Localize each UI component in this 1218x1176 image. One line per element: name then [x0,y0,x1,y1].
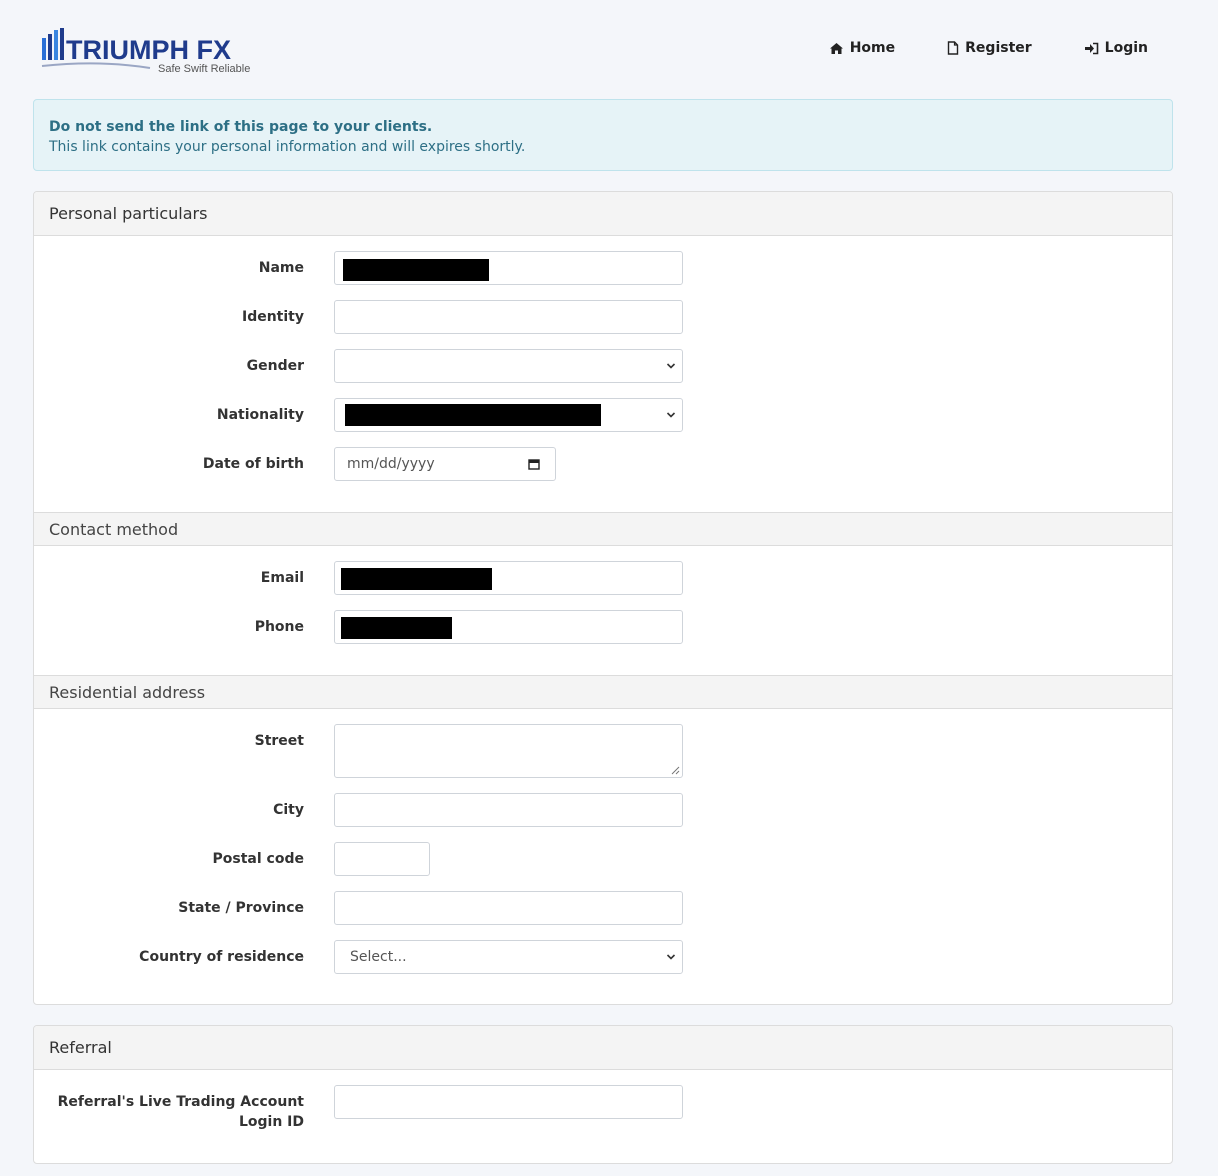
contact-method-heading: Contact method [34,512,1172,546]
brand-logo[interactable]: TRIUMPH FX Safe Swift Reliable [40,26,255,76]
file-icon [947,41,959,55]
residential-address-heading: Residential address [34,675,1172,709]
dob-label: Date of birth [202,456,304,472]
city-input[interactable] [334,793,683,827]
alert-body: This link contains your personal informa… [49,139,526,155]
country-select-value: Select... [350,949,407,965]
nav-register[interactable]: Register [947,40,1032,56]
phone-label: Phone [254,619,304,635]
country-label: Country of residence [139,949,304,965]
referral-login-label-line1: Referral's Live Trading Account [57,1094,304,1110]
referral-login-input[interactable] [334,1085,683,1119]
nav-home[interactable]: Home [829,40,895,56]
nav-login[interactable]: Login [1084,40,1148,56]
brand-tagline: Safe Swift Reliable [158,63,250,75]
street-label: Street [254,733,304,749]
state-label: State / Province [178,900,304,916]
alert-title: Do not send the link of this page to you… [49,119,433,135]
nav-register-label: Register [965,40,1032,56]
redacted-block [345,404,601,426]
referral-login-label: Referral's Live Trading Account Login ID [58,1092,304,1132]
name-input[interactable] [334,251,683,285]
warning-alert: Do not send the link of this page to you… [33,99,1173,171]
main-nav: Home Register Login [829,40,1148,56]
brand-name: TRIUMPH FX [66,35,231,65]
email-input[interactable] [334,561,683,595]
name-label: Name [258,260,304,276]
top-bar: TRIUMPH FX Safe Swift Reliable Home Regi… [0,0,1218,96]
street-textarea[interactable] [334,724,683,778]
phone-input[interactable] [334,610,683,644]
nav-login-label: Login [1104,40,1148,56]
dob-input[interactable]: mm/dd/yyyy [334,447,556,481]
chevron-down-icon [666,954,676,960]
gender-label: Gender [246,358,304,374]
referral-login-label-line2: Login ID [238,1114,304,1130]
country-select[interactable]: Select... [334,940,683,974]
referral-heading: Referral [34,1026,1172,1070]
resize-handle-icon[interactable] [671,766,680,775]
gender-select[interactable] [334,349,683,383]
chart-bars-logo-icon: TRIUMPH FX Safe Swift Reliable [41,28,250,75]
nav-home-label: Home [849,40,896,56]
sign-in-icon [1084,42,1098,54]
personal-particulars-heading: Personal particulars [34,192,1172,236]
redacted-block [343,259,489,281]
home-icon [829,42,843,54]
dob-placeholder: mm/dd/yyyy [347,456,435,472]
chevron-down-icon [666,412,676,418]
identity-label: Identity [241,309,304,325]
referral-panel: Referral Referral's Live Trading Account… [33,1025,1173,1164]
personal-details-panel: Personal particulars Name Identity Gende… [33,191,1173,1005]
identity-input[interactable] [334,300,683,334]
email-label: Email [260,570,304,586]
postal-code-input[interactable] [334,842,430,876]
nationality-label: Nationality [216,407,304,423]
state-input[interactable] [334,891,683,925]
nationality-select[interactable] [334,398,683,432]
postal-code-label: Postal code [212,851,304,867]
redacted-block [341,617,452,639]
calendar-icon[interactable] [528,458,540,470]
redacted-block [341,568,492,590]
city-label: City [273,802,304,818]
chevron-down-icon [666,363,676,369]
